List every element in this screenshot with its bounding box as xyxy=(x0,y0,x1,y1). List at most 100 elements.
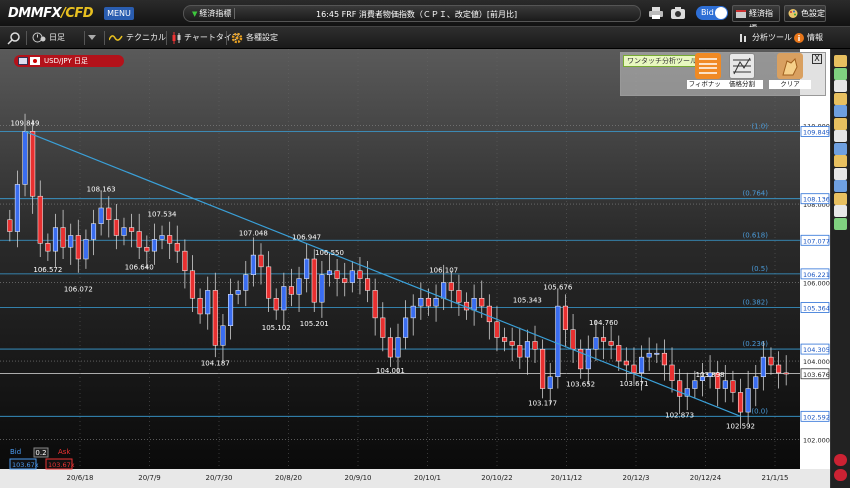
candle-body xyxy=(585,349,591,370)
price-split-icon xyxy=(729,53,755,79)
price-annotation: 105.676 xyxy=(543,283,572,291)
analysis-tool-button[interactable]: 分析ツール xyxy=(739,30,792,46)
price-annotation: 109.849 xyxy=(11,119,40,127)
price-annotation: 106.107 xyxy=(429,266,458,274)
fibonacci-icon xyxy=(695,53,721,79)
clock-icon xyxy=(32,32,46,43)
us-flag-icon xyxy=(18,57,28,65)
magnet-icon[interactable] xyxy=(834,192,847,205)
horizontal-line-icon[interactable] xyxy=(834,92,847,105)
timeframe-selector[interactable]: 日足 xyxy=(32,30,65,46)
divider xyxy=(104,31,105,45)
candle-body xyxy=(502,337,508,342)
crosshair-icon[interactable] xyxy=(834,67,847,80)
settings-icon[interactable] xyxy=(834,180,847,192)
price-annotation: 105.102 xyxy=(262,324,291,332)
color-settings-button[interactable]: 色設定 xyxy=(784,5,826,22)
candle-body xyxy=(212,290,218,346)
bid-ask-panel[interactable]: Bid 0.2 Ask 103.67x 103.67x xyxy=(6,446,76,476)
candle-body xyxy=(243,274,249,291)
zoom-out-icon[interactable] xyxy=(834,469,847,481)
candle-body xyxy=(30,131,36,197)
price-annotation: 106.072 xyxy=(64,286,93,294)
price-annotation: 106.550 xyxy=(315,249,344,257)
gear-icon xyxy=(231,32,243,43)
news-tag-label: 経済指標 xyxy=(199,9,232,18)
candle-body xyxy=(479,298,485,307)
candle-body xyxy=(570,329,576,350)
line-icon[interactable] xyxy=(834,80,847,92)
price-annotation: 103.177 xyxy=(528,399,557,407)
candle-body xyxy=(441,282,447,299)
trash-icon[interactable] xyxy=(834,205,847,217)
price-tag-label: 103.676 xyxy=(803,371,830,379)
price-annotation: 103.671 xyxy=(619,380,648,388)
print-icon[interactable] xyxy=(648,6,664,20)
info-button[interactable]: 情報 xyxy=(794,30,823,46)
candle-body xyxy=(83,239,89,260)
candle-body xyxy=(646,352,652,358)
price-annotation: 102.592 xyxy=(726,422,755,430)
news-ticker[interactable]: ▼ 経済指標 16:45 FRF 消費者物価指数（ＣＰＩ、改定値）[前月比] xyxy=(183,5,641,22)
candle-body xyxy=(639,356,645,374)
price-tag-label: 106.221 xyxy=(803,271,830,279)
clear-tool[interactable]: クリア xyxy=(769,53,811,93)
refresh-icon[interactable] xyxy=(834,217,847,230)
candle-body xyxy=(760,356,766,378)
wave-icon xyxy=(109,34,123,41)
symbol-tab[interactable]: USD/JPY 日足 xyxy=(14,55,124,67)
candle-body xyxy=(7,219,13,232)
timeframe-label: 日足 xyxy=(49,33,65,42)
candle-body xyxy=(349,270,355,283)
price-annotation: 105.201 xyxy=(300,320,329,328)
price-chart[interactable]: (1.0) (0.764) (0.618) (0.5) (0.382) (0.236) (0… xyxy=(0,49,830,488)
lock-icon[interactable] xyxy=(834,167,847,180)
candle-body xyxy=(227,294,234,326)
cursor-icon[interactable] xyxy=(834,55,847,67)
time-tick-label: 20/8/20 xyxy=(275,474,302,482)
candle-body xyxy=(425,298,431,307)
candle-body xyxy=(14,184,20,232)
time-tick-label: 20/7/9 xyxy=(138,474,161,482)
news-headline: 16:45 FRF 消費者物価指数（ＣＰＩ、改定値）[前月比] xyxy=(316,10,518,19)
candle-body xyxy=(471,298,477,311)
text-icon[interactable] xyxy=(834,130,847,142)
technical-button[interactable]: テクニカル xyxy=(109,30,166,46)
close-button[interactable]: X xyxy=(812,54,822,64)
zoom-icon[interactable] xyxy=(7,31,22,45)
info-icon xyxy=(794,32,804,43)
fibonacci-level-label: (0.0) xyxy=(751,407,768,415)
zoom-in-icon[interactable] xyxy=(834,454,847,466)
menu-button[interactable]: MENU xyxy=(104,7,134,20)
eraser-icon[interactable] xyxy=(834,155,847,167)
time-tick-label: 21/1/15 xyxy=(762,474,789,482)
bid-ask-toggle[interactable]: Bid xyxy=(696,6,728,20)
candle-body xyxy=(37,195,43,244)
settings-label: 各種設定 xyxy=(246,33,278,42)
rectangle-icon[interactable] xyxy=(834,142,847,155)
fibonacci-level-label: (0.618) xyxy=(742,231,768,239)
candle-body xyxy=(106,207,112,220)
price-split-tool[interactable]: 価格分割 xyxy=(721,53,763,93)
chart-type-button[interactable]: チャートタイプ xyxy=(172,30,240,46)
camera-icon[interactable] xyxy=(670,6,686,20)
candle-body xyxy=(616,345,622,362)
channel-icon[interactable] xyxy=(834,105,847,117)
fibonacci-icon[interactable] xyxy=(834,117,847,130)
candle-body xyxy=(235,290,241,295)
chart-area[interactable]: (1.0) (0.764) (0.618) (0.5) (0.382) (0.236) (0… xyxy=(0,49,830,488)
time-tick-label: 20/11/12 xyxy=(551,474,582,482)
fibonacci-tool[interactable]: フィボナッチ xyxy=(687,53,729,93)
price-tag-label: 108.136 xyxy=(803,196,830,204)
drawing-tools-rail xyxy=(830,49,850,488)
candle-body xyxy=(730,380,736,393)
settings-button[interactable]: 各種設定 xyxy=(231,30,278,46)
timeframe-dropdown[interactable] xyxy=(88,30,100,46)
price-annotation: 106.572 xyxy=(33,266,62,274)
candle-body xyxy=(753,376,759,389)
price-tick-label: 102.000 xyxy=(803,437,830,445)
candle-body xyxy=(631,364,637,374)
candle-body xyxy=(182,250,188,272)
candle-body xyxy=(387,337,393,358)
economic-indicator-button[interactable]: 経済指標 xyxy=(732,5,780,33)
